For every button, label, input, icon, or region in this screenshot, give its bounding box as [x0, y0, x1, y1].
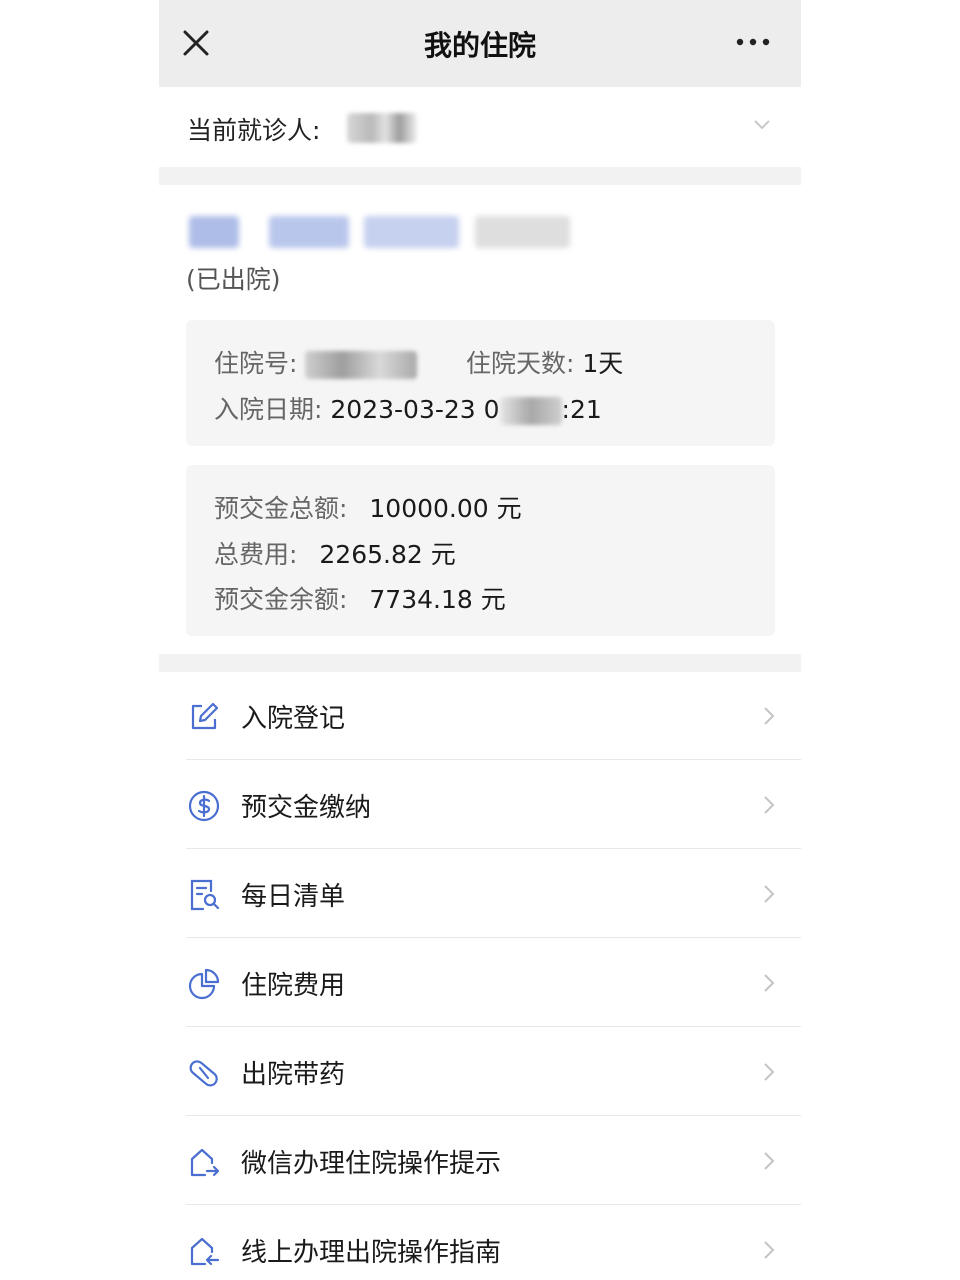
stay-days-label: 住院天数: [466, 349, 575, 378]
menu-item-hospital-fees[interactable]: 住院费用 [159, 939, 801, 1027]
chevron-right-icon [764, 885, 775, 903]
admission-number-label: 住院号: [214, 349, 298, 378]
total-fee-row: 总费用: 2265.82 元 [214, 535, 456, 571]
admission-time-redacted [499, 397, 562, 425]
total-fee-value: 2265.82 元 [319, 540, 456, 569]
chevron-down-icon [754, 120, 770, 130]
page-title: 我的住院 [423, 29, 536, 62]
menu-divider [186, 937, 801, 938]
menu-item-discharge-medication[interactable]: 出院带药 [159, 1028, 801, 1116]
patient-selector[interactable]: 当前就诊人: [159, 87, 801, 167]
phone-screen: 我的住院 当前就诊人: (已出院) 住院号: 住院天数: 1天 入院日期: 20… [159, 0, 801, 1280]
stay-days-value: 1天 [582, 349, 624, 378]
pie-chart-icon [188, 968, 220, 1000]
admission-number-row: 住院号: [214, 344, 418, 380]
section-divider [159, 167, 801, 185]
total-fee-label: 总费用: [214, 540, 298, 569]
pill-icon [189, 1060, 218, 1087]
deposit-balance-row: 预交金余额: 7734.18 元 [214, 580, 506, 616]
dollar-circle-icon [188, 790, 220, 822]
document-search-icon [190, 879, 220, 911]
chevron-right-icon [764, 1152, 775, 1170]
patient-label: 当前就诊人: [187, 116, 321, 145]
chevron-right-icon [764, 1063, 775, 1081]
chevron-right-icon [764, 1241, 775, 1259]
menu-divider [186, 848, 801, 849]
hospital-name-redacted-2 [269, 216, 349, 248]
menu-divider [186, 1204, 801, 1205]
menu-item-wechat-admission-tips[interactable]: 微信办理住院操作提示 [159, 1117, 801, 1205]
deposit-balance-label: 预交金余额: [214, 585, 348, 614]
fee-summary-card: 预交金总额: 10000.00 元 总费用: 2265.82 元 预交金余额: … [186, 465, 775, 636]
chevron-right-icon [764, 796, 775, 814]
menu-label: 住院费用 [241, 971, 346, 1001]
menu-label: 每日清单 [241, 882, 346, 912]
hospital-name-redacted-4 [475, 216, 570, 248]
menu-label: 入院登记 [241, 704, 346, 734]
house-return-icon [190, 1237, 220, 1266]
chevron-right-icon [764, 974, 775, 992]
chevron-right-icon [764, 707, 775, 725]
menu-item-admission-registration[interactable]: 入院登记 [159, 672, 801, 760]
deposit-total-row: 预交金总额: 10000.00 元 [214, 489, 522, 525]
deposit-balance-value: 7734.18 元 [369, 585, 506, 614]
house-exit-icon [190, 1148, 220, 1177]
more-icon[interactable] [735, 36, 771, 48]
menu-label: 预交金缴纳 [241, 793, 372, 823]
admission-number-redacted [305, 351, 418, 379]
admission-date-prefix: 2023-03-23 0 [330, 395, 500, 424]
deposit-total-label: 预交金总额: [214, 494, 348, 523]
menu-divider [186, 759, 801, 760]
hospital-name-redacted-1 [189, 216, 239, 248]
admission-date-row: 入院日期: 2023-03-23 0 :21 [214, 390, 602, 426]
stay-days-row: 住院天数: 1天 [466, 344, 623, 380]
menu-item-online-discharge-guide[interactable]: 线上办理出院操作指南 [159, 1206, 801, 1280]
menu-item-daily-statement[interactable]: 每日清单 [159, 850, 801, 938]
top-bar: 我的住院 [159, 0, 801, 87]
deposit-total-value: 10000.00 元 [369, 494, 522, 523]
menu-divider [186, 1026, 801, 1027]
menu-divider [186, 1115, 801, 1116]
admission-date-suffix: :21 [561, 395, 602, 424]
hospital-name-redacted-3 [364, 216, 459, 248]
menu-label: 出院带药 [241, 1060, 346, 1090]
menu-label: 线上办理出院操作指南 [241, 1238, 502, 1268]
discharge-status: (已出院) [186, 265, 281, 294]
menu-item-deposit-payment[interactable]: 预交金缴纳 [159, 761, 801, 849]
patient-name-redacted [347, 113, 417, 143]
edit-icon [191, 702, 219, 730]
admission-date-label: 入院日期: [214, 395, 323, 424]
menu-label: 微信办理住院操作提示 [241, 1149, 502, 1179]
section-divider [159, 654, 801, 672]
admission-info-card: 住院号: 住院天数: 1天 入院日期: 2023-03-23 0 :21 [186, 320, 775, 446]
